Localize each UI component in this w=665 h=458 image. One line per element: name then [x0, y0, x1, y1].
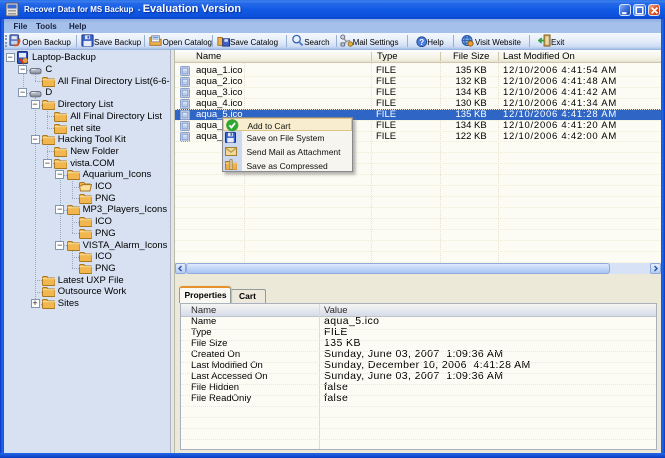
svg-text:?: ? — [419, 37, 424, 46]
